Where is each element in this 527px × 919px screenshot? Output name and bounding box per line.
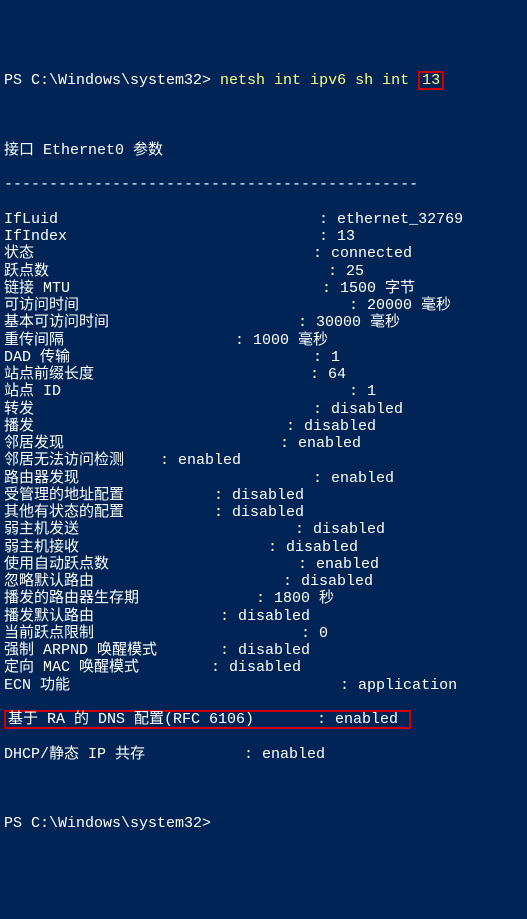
output-row: 跃点数 : 25: [4, 263, 523, 280]
rfc6106-highlight: 基于 RA 的 DNS 配置(RFC 6106) : enabled: [4, 710, 411, 729]
output-row: 路由器发现 : enabled: [4, 470, 523, 487]
output-row: 邻居发现 : enabled: [4, 435, 523, 452]
blank-1: [4, 107, 523, 124]
output-row: 强制 ARPND 唤醒模式 : disabled: [4, 642, 523, 659]
output-row: 转发 : disabled: [4, 401, 523, 418]
command-arg-highlight: 13: [418, 71, 444, 90]
output-row: 站点 ID : 1: [4, 383, 523, 400]
output-row: 定向 MAC 唤醒模式 : disabled: [4, 659, 523, 676]
output-row: 链接 MTU : 1500 字节: [4, 280, 523, 297]
divider: ----------------------------------------…: [4, 176, 523, 193]
output-row: 站点前缀长度 : 64: [4, 366, 523, 383]
output-row: 弱主机发送 : disabled: [4, 521, 523, 538]
interface-header: 接口 Ethernet0 参数: [4, 142, 523, 159]
output-row: 忽略默认路由 : disabled: [4, 573, 523, 590]
output-row: 基本可访问时间 : 30000 毫秒: [4, 314, 523, 331]
prompt-1: PS C:\Windows\system32>: [4, 72, 220, 89]
output-row: IfIndex : 13: [4, 228, 523, 245]
output-row: 可访问时间 : 20000 毫秒: [4, 297, 523, 314]
output-row: 播发的路由器生存期 : 1800 秒: [4, 590, 523, 607]
output-row: 弱主机接收 : disabled: [4, 539, 523, 556]
output-row: 邻居无法访问检测 : enabled: [4, 452, 523, 469]
output-row: 播发 : disabled: [4, 418, 523, 435]
output-row: 状态 : connected: [4, 245, 523, 262]
output-row: 重传间隔 : 1000 毫秒: [4, 332, 523, 349]
blank-2: [4, 781, 523, 798]
prompt-2: PS C:\Windows\system32>: [4, 815, 220, 832]
command-prefix: netsh int ipv6 sh int: [220, 72, 418, 89]
output-rows: IfLuid : ethernet_32769IfIndex : 13状态 : …: [4, 211, 523, 694]
output-row: IfLuid : ethernet_32769: [4, 211, 523, 228]
output-row: DAD 传输 : 1: [4, 349, 523, 366]
output-row: 使用自动跃点数 : enabled: [4, 556, 523, 573]
output-row: 当前跃点限制 : 0: [4, 625, 523, 642]
output-row: 受管理的地址配置 : disabled: [4, 487, 523, 504]
highlighted-rfc6106-row: 基于 RA 的 DNS 配置(RFC 6106) : enabled: [4, 711, 523, 729]
output-row: ECN 功能 : application: [4, 677, 523, 694]
output-row: 播发默认路由 : disabled: [4, 608, 523, 625]
prompt-line-1[interactable]: PS C:\Windows\system32> netsh int ipv6 s…: [4, 71, 523, 90]
prompt-line-2[interactable]: PS C:\Windows\system32>: [4, 815, 523, 832]
tail-row: DHCP/静态 IP 共存 : enabled: [4, 746, 523, 763]
